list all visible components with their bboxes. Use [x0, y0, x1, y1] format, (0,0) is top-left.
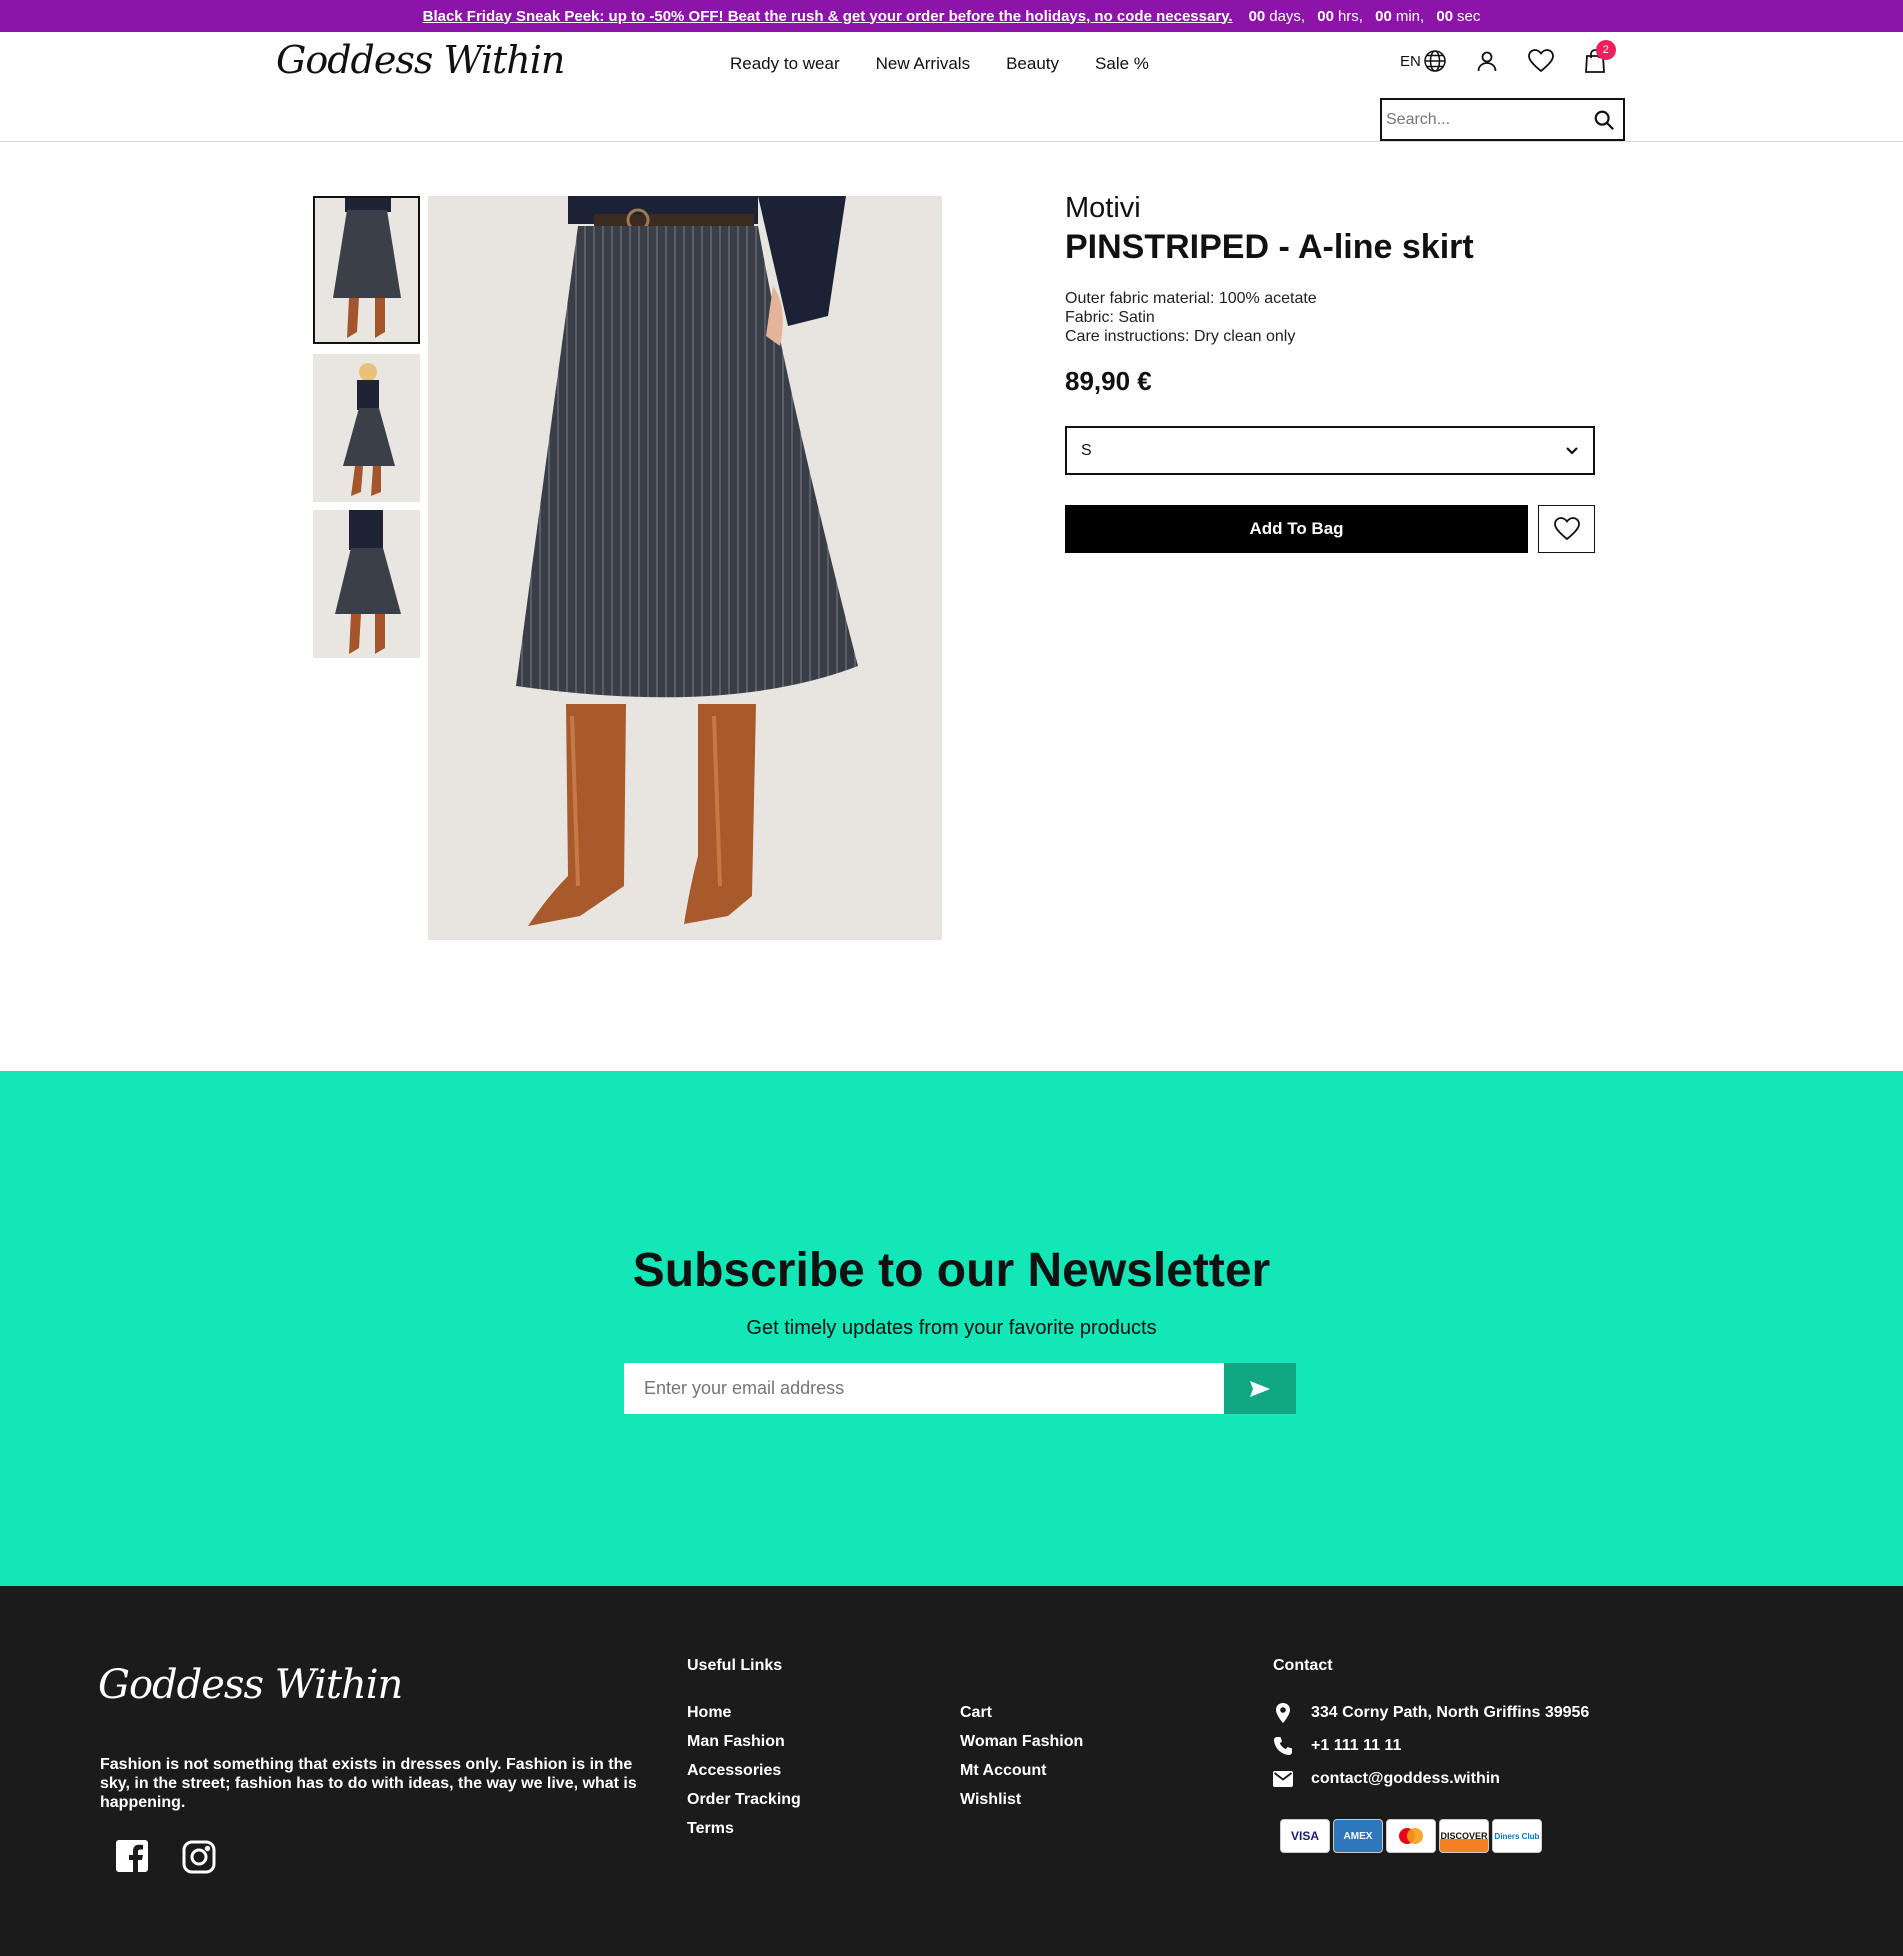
footer-link-terms[interactable]: Terms: [687, 1820, 801, 1849]
heart-icon: [1553, 517, 1580, 541]
mastercard-icon: [1386, 1819, 1436, 1853]
product-thumbnail-image: [313, 510, 420, 658]
wishlist-button[interactable]: [1527, 48, 1555, 74]
footer-links-col-1: Home Man Fashion Accessories Order Track…: [687, 1704, 801, 1849]
language-selector[interactable]: EN: [1400, 49, 1447, 73]
mail-icon: [1273, 1771, 1293, 1787]
footer-link-accessories[interactable]: Accessories: [687, 1762, 801, 1791]
newsletter-submit-button[interactable]: [1224, 1363, 1296, 1414]
mastercard-logo: [1399, 1828, 1423, 1844]
discover-card-icon: DISCOVER: [1439, 1819, 1489, 1853]
countdown-days-unit: days,: [1269, 7, 1306, 25]
language-code: EN: [1400, 52, 1421, 70]
contact-phone-text: +1 111 11 11: [1311, 1737, 1402, 1754]
contact-heading: Contact: [1273, 1657, 1333, 1674]
product-thumbnail-3[interactable]: [313, 510, 420, 658]
cart-count-badge: 2: [1595, 40, 1616, 60]
product-main-image[interactable]: [428, 196, 942, 940]
main-nav: Ready to wear New Arrivals Beauty Sale %: [730, 54, 1185, 74]
product-photo: [428, 196, 942, 940]
footer-link-order-tracking[interactable]: Order Tracking: [687, 1791, 801, 1820]
contact-address-text: 334 Corny Path, North Griffins 39956: [1311, 1704, 1590, 1721]
footer-link-woman-fashion[interactable]: Woman Fashion: [960, 1733, 1083, 1762]
chevron-down-icon: [1566, 446, 1578, 455]
contact-phone[interactable]: +1 111 11 11: [1273, 1736, 1401, 1756]
footer-links-col-2: Cart Woman Fashion Mt Account Wishlist: [960, 1704, 1083, 1820]
size-selected-value: S: [1081, 441, 1092, 459]
nav-new-arrivals[interactable]: New Arrivals: [876, 54, 970, 74]
product-thumbnail-image: [315, 198, 418, 342]
countdown-hrs-unit: hrs,: [1337, 7, 1363, 25]
account-button[interactable]: [1475, 49, 1499, 73]
spec-fabric: Fabric: Satin: [1065, 309, 1155, 326]
header-icons: EN 2: [1400, 40, 1616, 74]
instagram-icon: [182, 1840, 216, 1874]
nav-ready-to-wear[interactable]: Ready to wear: [730, 54, 840, 74]
search-input[interactable]: [1382, 100, 1593, 139]
site-footer: Goddess Within Fashion is not something …: [0, 1586, 1903, 1956]
globe-icon: [1424, 50, 1446, 72]
product-price: 89,90 €: [1065, 366, 1152, 396]
useful-links-heading: Useful Links: [687, 1657, 783, 1674]
countdown-min: 00: [1375, 7, 1392, 25]
countdown-min-unit: min,: [1395, 7, 1425, 25]
footer-about-text: Fashion is not something that exists in …: [100, 1756, 637, 1811]
countdown-sec-unit: sec: [1457, 7, 1481, 25]
countdown: 00 days, 00 hrs, 00 min, 00 sec: [1249, 8, 1481, 25]
user-icon: [1477, 51, 1497, 72]
location-pin-icon: [1276, 1703, 1290, 1723]
spec-material: Outer fabric material: 100% acetate: [1065, 290, 1317, 307]
newsletter-title: Subscribe to our Newsletter: [632, 1244, 1271, 1297]
promo-link[interactable]: Black Friday Sneak Peek: up to -50% OFF!…: [423, 8, 1233, 25]
send-icon: [1250, 1380, 1270, 1397]
size-select[interactable]: S: [1065, 426, 1595, 475]
countdown-hrs: 00: [1317, 7, 1334, 25]
nav-sale[interactable]: Sale %: [1095, 54, 1149, 74]
instagram-link[interactable]: [182, 1840, 216, 1879]
promo-bar: Black Friday Sneak Peek: up to -50% OFF!…: [0, 0, 1903, 32]
footer-link-home[interactable]: Home: [687, 1704, 801, 1733]
product-specs: Outer fabric material: 100% acetate Fabr…: [1065, 289, 1317, 346]
nav-beauty[interactable]: Beauty: [1006, 54, 1059, 74]
payment-methods: VISA AMEX DISCOVER Diners Club: [1280, 1819, 1545, 1853]
phone-icon: [1274, 1737, 1292, 1755]
newsletter-subtitle: Get timely updates from your favorite pr…: [746, 1317, 1157, 1339]
product-thumbnail-image: [313, 354, 420, 502]
diners-club-card-icon: Diners Club: [1492, 1819, 1542, 1853]
contact-address: 334 Corny Path, North Griffins 39956: [1273, 1702, 1589, 1724]
countdown-sec: 00: [1436, 7, 1454, 25]
site-logo[interactable]: Goddess Within: [276, 38, 565, 82]
product-thumbnail-2[interactable]: [313, 354, 420, 502]
product-brand[interactable]: Motivi: [1065, 192, 1141, 225]
facebook-link[interactable]: [116, 1840, 148, 1877]
cart-button[interactable]: 2: [1583, 40, 1616, 74]
facebook-icon: [116, 1840, 148, 1872]
contact-email[interactable]: contact@goddess.within: [1273, 1770, 1500, 1788]
contact-email-text: contact@goddess.within: [1311, 1770, 1500, 1787]
footer-link-cart[interactable]: Cart: [960, 1704, 1083, 1733]
newsletter-email-input[interactable]: [624, 1363, 1224, 1414]
product-thumbnail-1[interactable]: [313, 196, 420, 344]
heart-icon: [1527, 49, 1554, 73]
search-box: [1380, 98, 1625, 141]
footer-link-my-account[interactable]: Mt Account: [960, 1762, 1083, 1791]
newsletter-section: Subscribe to our Newsletter Get timely u…: [0, 1071, 1903, 1586]
amex-card-icon: AMEX: [1333, 1819, 1383, 1853]
site-header: Goddess Within Ready to wear New Arrival…: [0, 32, 1903, 142]
visa-card-icon: VISA: [1280, 1819, 1330, 1853]
footer-link-man-fashion[interactable]: Man Fashion: [687, 1733, 801, 1762]
search-icon[interactable]: [1593, 108, 1615, 132]
product-title: PINSTRIPED - A-line skirt: [1065, 228, 1474, 266]
footer-link-wishlist[interactable]: Wishlist: [960, 1791, 1083, 1820]
add-to-wishlist-button[interactable]: [1538, 505, 1595, 553]
add-to-bag-button[interactable]: Add To Bag: [1065, 505, 1528, 553]
footer-logo[interactable]: Goddess Within: [98, 1662, 403, 1708]
spec-care: Care instructions: Dry clean only: [1065, 328, 1296, 345]
countdown-days: 00: [1248, 7, 1266, 25]
